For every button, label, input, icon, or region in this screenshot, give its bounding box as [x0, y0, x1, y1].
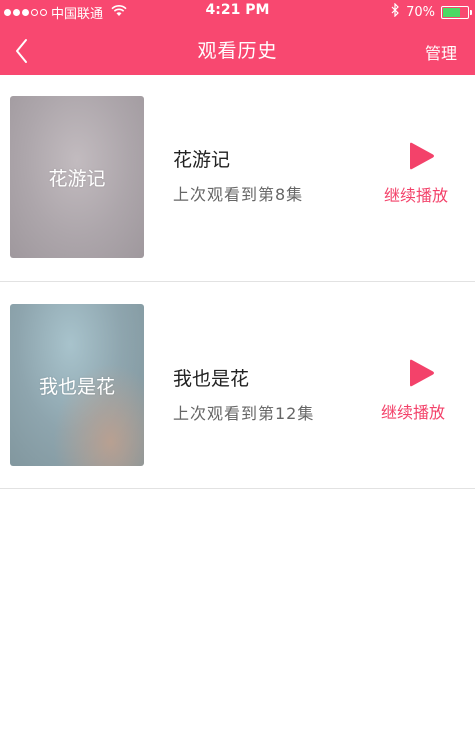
page-title: 观看历史 [197, 40, 278, 62]
status-bar: 中国联通 4:21 PM 70% [0, 0, 475, 22]
battery-percent: 70% [406, 4, 435, 20]
watch-progress: 上次观看到第8集 [173, 185, 304, 204]
thumbnail-title: 花游记 [48, 167, 106, 190]
battery-icon [441, 5, 472, 19]
header-bar: 中国联通 4:21 PM 70% 观看历史 管理 [0, 0, 475, 75]
continue-play-button[interactable]: 继续播放 [384, 182, 448, 206]
video-thumbnail[interactable]: 我也是花 [10, 304, 144, 466]
video-title: 花游记 [173, 149, 231, 171]
manage-button[interactable]: 管理 [425, 40, 457, 64]
history-item[interactable]: 我也是花 我也是花 上次观看到第12集 继续播放 [0, 282, 475, 489]
thumbnail-title: 我也是花 [38, 375, 115, 398]
watch-progress: 上次观看到第12集 [173, 404, 315, 423]
bluetooth-icon [391, 2, 400, 21]
video-title: 我也是花 [173, 368, 250, 390]
history-item[interactable]: 花游记 花游记 上次观看到第8集 继续播放 [0, 75, 475, 282]
status-right: 70% [391, 2, 472, 21]
battery-tip [470, 9, 472, 15]
play-icon[interactable] [406, 358, 436, 388]
play-icon[interactable] [406, 141, 436, 171]
video-thumbnail[interactable]: 花游记 [10, 96, 144, 258]
continue-play-button[interactable]: 继续播放 [381, 399, 445, 423]
battery-fill [443, 7, 460, 17]
history-list: 花游记 花游记 上次观看到第8集 继续播放 我也是花 我也是花 上次观看到第12… [0, 75, 475, 489]
